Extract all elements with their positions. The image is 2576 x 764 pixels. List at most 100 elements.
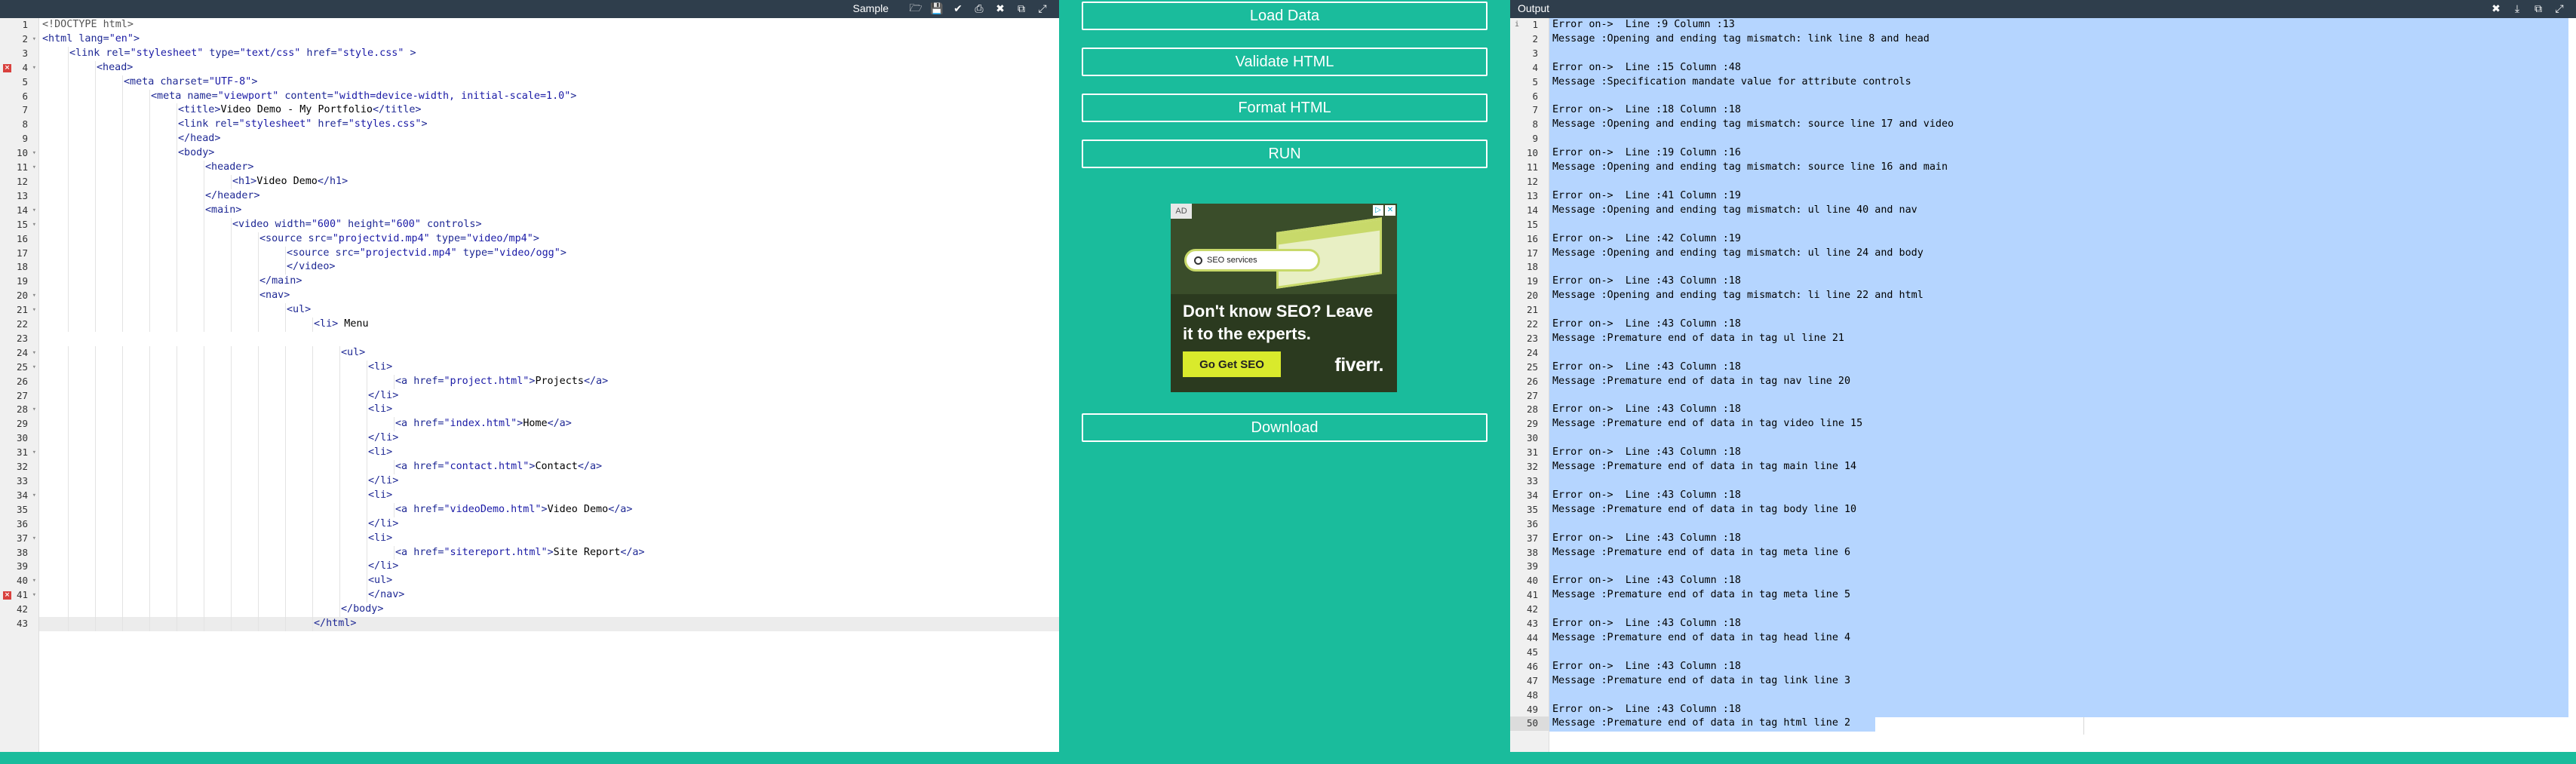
output-line[interactable]: Error on-> Line :15 Column :48 bbox=[1549, 61, 2576, 75]
output-line[interactable]: Error on-> Line :43 Column :18 bbox=[1549, 275, 2576, 289]
error-marker-icon[interactable]: × bbox=[3, 591, 11, 600]
output-line[interactable]: Message :Premature end of data in tag he… bbox=[1549, 631, 2576, 646]
output-line[interactable]: Message :Premature end of data in tag na… bbox=[1549, 375, 2576, 389]
code-line[interactable]: <a href="contact.html">Contact</a> bbox=[39, 460, 1059, 474]
fold-toggle-icon[interactable]: ▾ bbox=[32, 303, 36, 318]
output-line[interactable]: Error on-> Line :18 Column :18 bbox=[1549, 103, 2576, 118]
code-line[interactable]: <header> bbox=[39, 161, 1059, 175]
code-line[interactable]: <nav> bbox=[39, 289, 1059, 304]
validate-html-button[interactable]: Validate HTML bbox=[1082, 48, 1488, 76]
output-line[interactable]: Message :Premature end of data in tag me… bbox=[1549, 588, 2576, 603]
code-line[interactable]: <li> bbox=[39, 403, 1059, 418]
output-line[interactable]: Error on-> Line :9 Column :13 bbox=[1549, 18, 2576, 32]
code-line[interactable]: <a href="index.html">Home</a> bbox=[39, 417, 1059, 432]
code-line[interactable]: <a href="sitereport.html">Site Report</a… bbox=[39, 545, 1059, 560]
code-line[interactable]: <html lang="en"> bbox=[39, 32, 1059, 47]
output-line[interactable] bbox=[1549, 431, 2576, 446]
code-line[interactable]: <li> bbox=[39, 446, 1059, 461]
fold-toggle-icon[interactable]: ▾ bbox=[32, 588, 36, 603]
output-line[interactable] bbox=[1549, 132, 2576, 146]
fold-toggle-icon[interactable]: ▾ bbox=[32, 361, 36, 375]
fold-toggle-icon[interactable]: ▾ bbox=[32, 161, 36, 175]
output-line[interactable]: Message :Opening and ending tag mismatch… bbox=[1549, 289, 2576, 303]
output-line[interactable]: Message :Premature end of data in tag li… bbox=[1549, 674, 2576, 689]
code-line[interactable]: <main> bbox=[39, 203, 1059, 218]
code-line[interactable]: </html> bbox=[39, 617, 1059, 631]
code-editor[interactable]: 1 2 ▾ 3 4 × ▾ 5 6 7 8 9 10 ▾ 11 ▾ 12 13 14 ▾ 15 ▾ 16 17 18 19 20 ▾ 2… bbox=[0, 18, 1059, 752]
output-line[interactable]: Message :Premature end of data in tag me… bbox=[1549, 546, 2576, 560]
expand-icon[interactable]: ⤢ bbox=[1032, 0, 1053, 18]
code-line[interactable]: <title>Video Demo - My Portfolio</title> bbox=[39, 103, 1059, 118]
output-line[interactable]: Error on-> Line :43 Column :18 bbox=[1549, 703, 2576, 717]
output-line[interactable]: Error on-> Line :43 Column :18 bbox=[1549, 574, 2576, 588]
code-line[interactable]: </li> bbox=[39, 517, 1059, 532]
code-line[interactable]: </main> bbox=[39, 275, 1059, 290]
output-line[interactable]: Message :Premature end of data in tag vi… bbox=[1549, 417, 2576, 431]
ad-info-icon[interactable]: ▷ bbox=[1373, 205, 1383, 216]
output-line[interactable] bbox=[1549, 389, 2576, 403]
fold-toggle-icon[interactable]: ▾ bbox=[32, 446, 36, 460]
code-line[interactable]: <source src="projectvid.mp4" type="video… bbox=[39, 232, 1059, 247]
copy-icon[interactable]: ⧉ bbox=[1011, 0, 1032, 18]
save-icon[interactable]: 💾 bbox=[926, 0, 947, 18]
fold-toggle-icon[interactable]: ▾ bbox=[32, 146, 36, 161]
output-line[interactable]: Message :Opening and ending tag mismatch… bbox=[1549, 247, 2576, 261]
output-line[interactable]: Error on-> Line :43 Column :18 bbox=[1549, 446, 2576, 460]
code-line[interactable]: <li> bbox=[39, 488, 1059, 503]
code-line[interactable]: <li> bbox=[39, 531, 1059, 546]
output-line[interactable]: Message :Premature end of data in tag ma… bbox=[1549, 460, 2576, 474]
code-line[interactable]: <h1>Video Demo</h1> bbox=[39, 174, 1059, 189]
code-line[interactable]: <li> Menu bbox=[39, 318, 1059, 332]
expand-icon[interactable]: ⤢ bbox=[2549, 0, 2570, 18]
code-line[interactable]: <meta charset="UTF-8"> bbox=[39, 75, 1059, 90]
output-editor[interactable]: 1 i 2 3 4 5 6 7 8 9 10 11 12 13 14 15 16 17 18 19 20 21 22 23 24… bbox=[1510, 18, 2576, 752]
output-line[interactable] bbox=[1549, 90, 2576, 104]
output-line[interactable]: Message :Premature end of data in tag ht… bbox=[1549, 716, 2576, 731]
output-line[interactable]: Error on-> Line :43 Column :18 bbox=[1549, 403, 2576, 417]
code-line[interactable]: <meta name="viewport" content="width=dev… bbox=[39, 89, 1059, 104]
ad-close-icon[interactable]: ✕ bbox=[1385, 205, 1395, 216]
close-icon[interactable]: ✖ bbox=[990, 0, 1011, 18]
output-line[interactable] bbox=[1549, 689, 2576, 703]
code-line[interactable]: </video> bbox=[39, 260, 1059, 275]
code-line[interactable]: </li> bbox=[39, 474, 1059, 489]
code-line[interactable]: <li> bbox=[39, 360, 1059, 375]
code-line[interactable]: </li> bbox=[39, 431, 1059, 446]
output-line[interactable]: Error on-> Line :19 Column :16 bbox=[1549, 146, 2576, 161]
error-marker-icon[interactable]: × bbox=[3, 63, 11, 72]
code-line[interactable]: <head> bbox=[39, 60, 1059, 75]
output-line[interactable]: Message :Opening and ending tag mismatch… bbox=[1549, 161, 2576, 175]
ad-cta-button[interactable]: Go Get SEO bbox=[1183, 351, 1281, 377]
open-folder-icon[interactable]: 🗁 bbox=[905, 0, 926, 18]
output-line[interactable] bbox=[1549, 646, 2576, 660]
print-icon[interactable]: ⎙ bbox=[969, 0, 990, 18]
output-line[interactable] bbox=[1549, 474, 2576, 489]
output-line[interactable]: Message :Specification mandate value for… bbox=[1549, 75, 2576, 90]
code-line[interactable]: <ul> bbox=[39, 574, 1059, 589]
output-line[interactable]: Error on-> Line :43 Column :18 bbox=[1549, 660, 2576, 674]
output-line[interactable]: Message :Opening and ending tag mismatch… bbox=[1549, 204, 2576, 218]
output-line[interactable]: Error on-> Line :43 Column :18 bbox=[1549, 361, 2576, 375]
code-line[interactable]: <a href="videoDemo.html">Video Demo</a> bbox=[39, 502, 1059, 517]
output-line[interactable] bbox=[1549, 175, 2576, 189]
output-line[interactable] bbox=[1549, 517, 2576, 532]
output-line[interactable] bbox=[1549, 260, 2576, 275]
fold-toggle-icon[interactable]: ▾ bbox=[32, 204, 36, 218]
fold-toggle-icon[interactable]: ▾ bbox=[32, 574, 36, 588]
fold-toggle-icon[interactable]: ▾ bbox=[32, 532, 36, 546]
code-line[interactable] bbox=[39, 332, 1059, 346]
code-line[interactable]: </head> bbox=[39, 132, 1059, 147]
advertisement[interactable]: AD ▷ ✕ SEO services Don't know SEO? Leav… bbox=[1171, 204, 1397, 392]
fold-toggle-icon[interactable]: ▾ bbox=[32, 489, 36, 503]
fold-toggle-icon[interactable]: ▾ bbox=[32, 218, 36, 232]
code-line[interactable]: </li> bbox=[39, 560, 1059, 575]
code-line[interactable]: <body> bbox=[39, 146, 1059, 161]
check-icon[interactable]: ✔ bbox=[947, 0, 969, 18]
output-line[interactable]: Error on-> Line :43 Column :18 bbox=[1549, 617, 2576, 631]
output-line[interactable]: Error on-> Line :43 Column :18 bbox=[1549, 532, 2576, 546]
code-line[interactable]: <link rel="stylesheet" href="styles.css"… bbox=[39, 118, 1059, 133]
output-line[interactable]: Message :Opening and ending tag mismatch… bbox=[1549, 32, 2576, 47]
output-line[interactable]: Error on-> Line :43 Column :18 bbox=[1549, 318, 2576, 332]
output-line[interactable] bbox=[1549, 218, 2576, 232]
fold-toggle-icon[interactable]: ▾ bbox=[32, 61, 36, 75]
